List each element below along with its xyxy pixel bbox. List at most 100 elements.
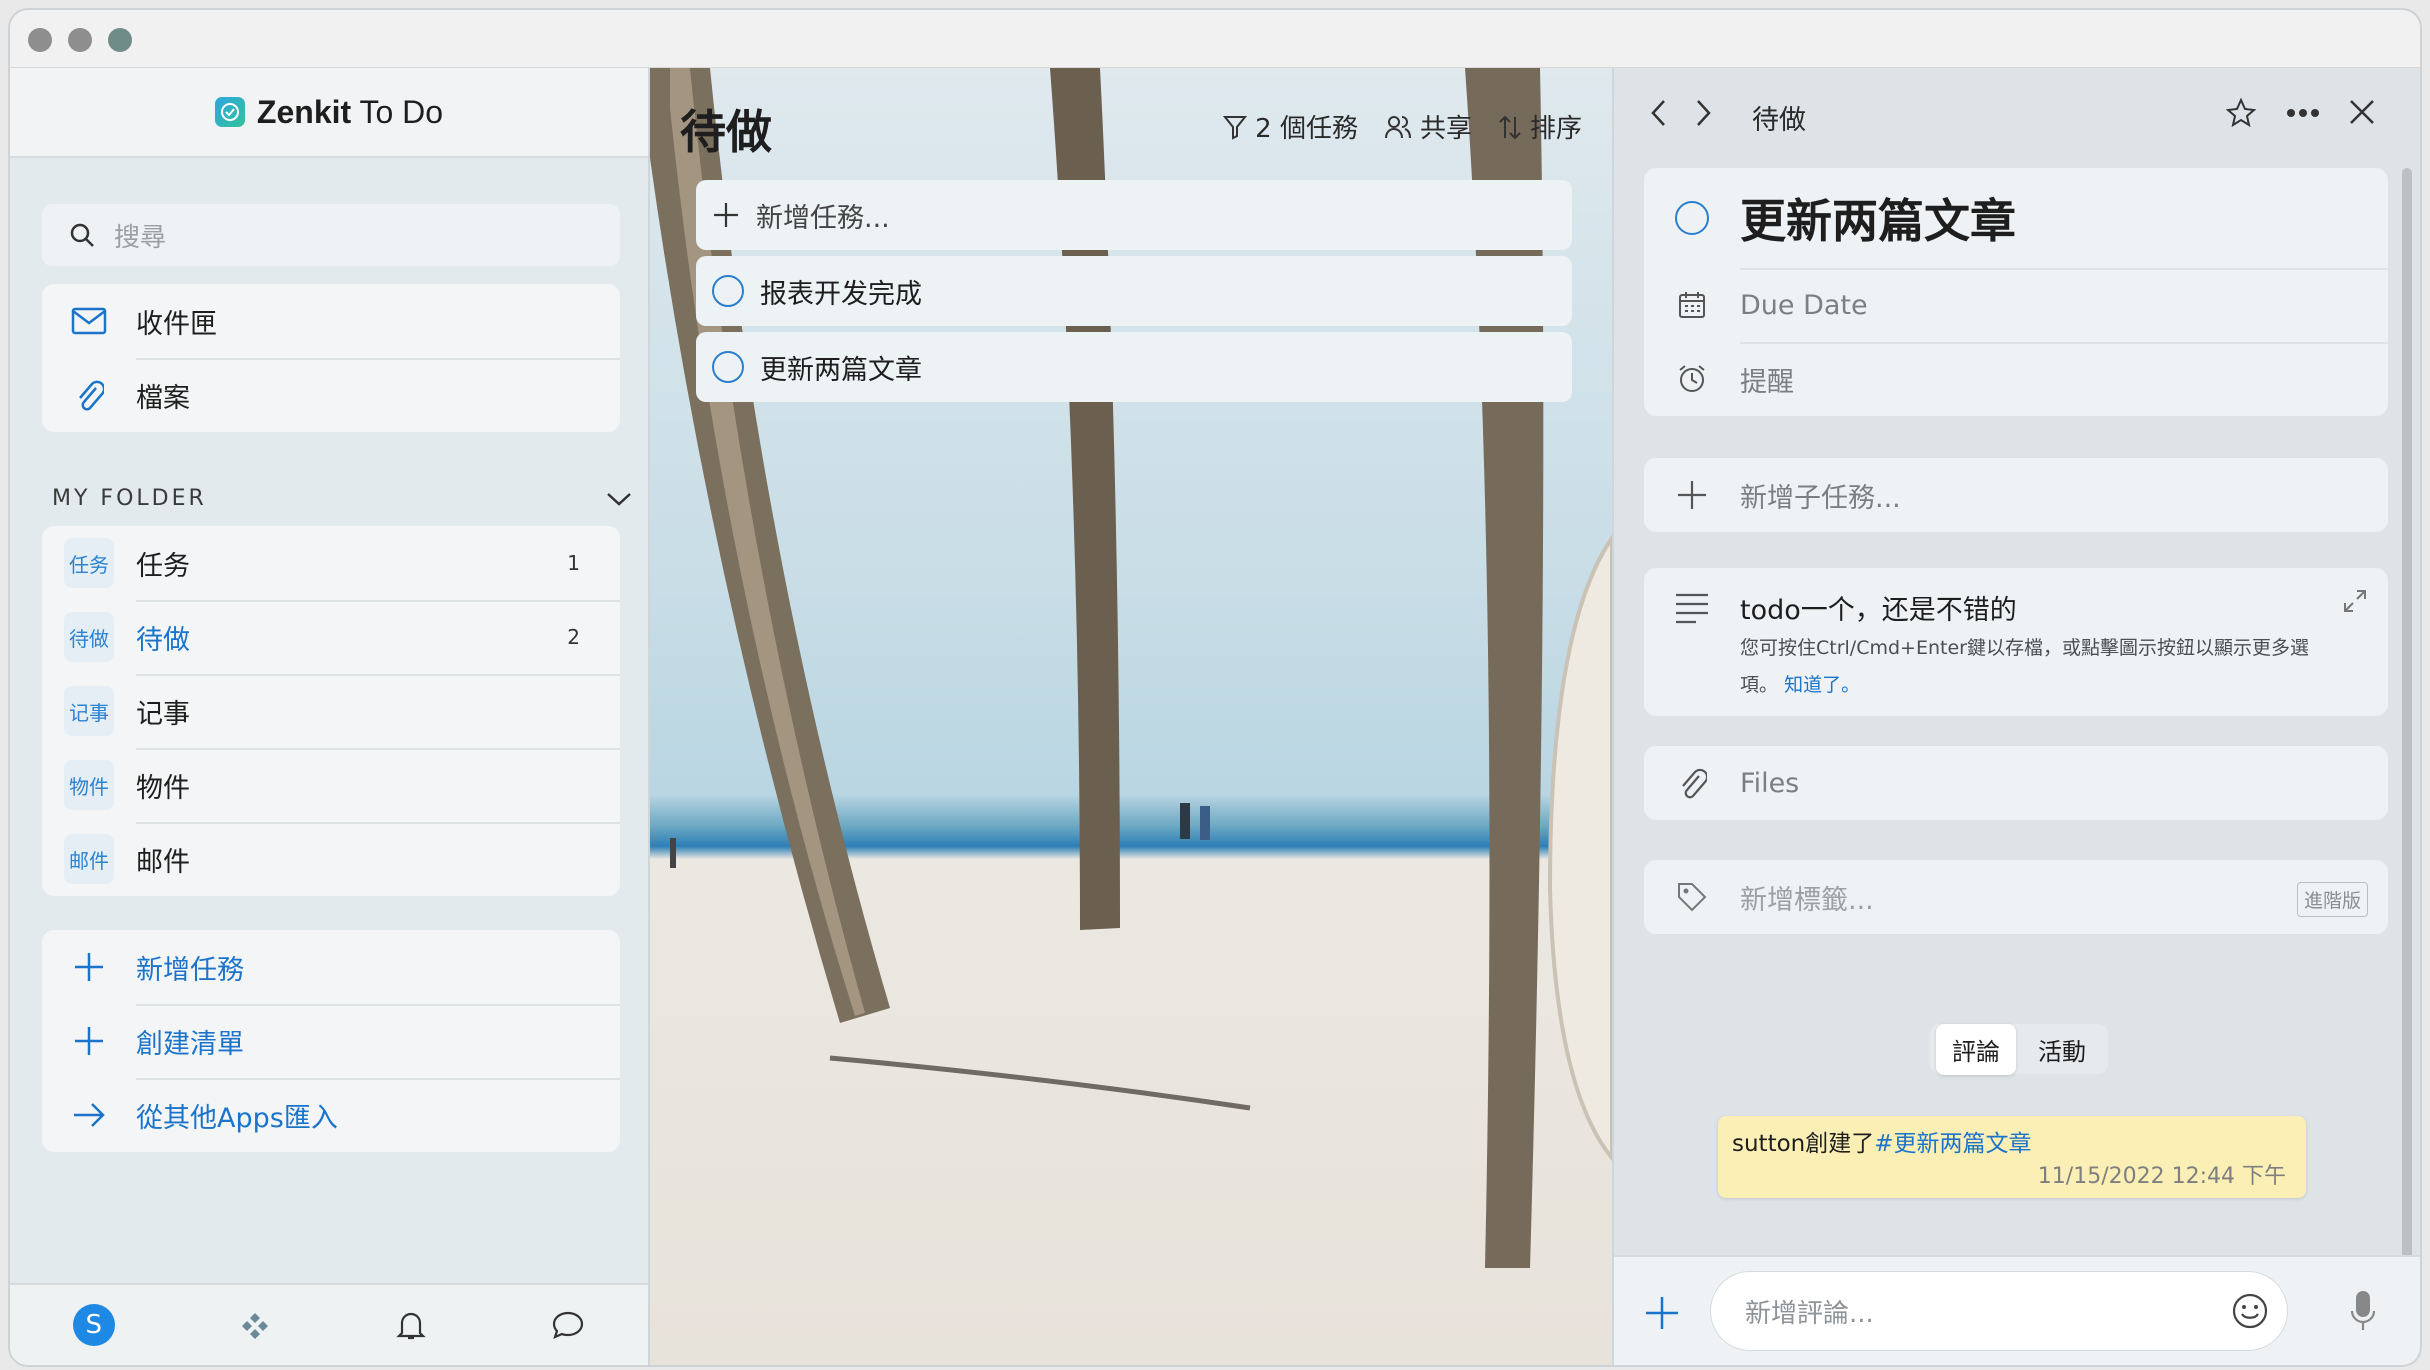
task-checkbox[interactable] [712, 351, 744, 383]
filter-button[interactable]: 2 個任務 [1223, 108, 1358, 145]
task-row[interactable]: 更新两篇文章 [696, 332, 1572, 402]
chevron-down-icon[interactable] [606, 491, 632, 507]
detail-scrollbar[interactable] [2402, 168, 2412, 1268]
task-title-row[interactable]: 更新两篇文章 [1644, 168, 2388, 268]
app-window: Zenkit To Do 搜尋 收件匣 檔案 MY FOLDER 任务 任务 1… [10, 10, 2420, 1365]
tab-activity[interactable]: 活動 [2022, 1024, 2102, 1075]
zoom-window-button[interactable] [108, 28, 132, 52]
expand-icon[interactable] [2342, 588, 2368, 614]
task-header-panel: 更新两篇文章 Due Date 提醒 [1644, 168, 2388, 416]
sidebar-header: Zenkit To Do [10, 68, 648, 158]
microphone-icon[interactable] [2350, 1289, 2376, 1333]
list-tag-icon: 物件 [64, 760, 114, 810]
detail-breadcrumb[interactable]: 待做 [1752, 98, 1806, 137]
add-task-input[interactable]: 新增任務... [696, 180, 1572, 250]
tag-icon [1678, 883, 1707, 912]
forward-icon[interactable] [1694, 98, 1712, 128]
comment-text: sutton創建了#更新两篇文章 [1732, 1131, 2032, 1157]
list-item-renwu[interactable]: 任务 任务 1 [42, 526, 620, 600]
reminder-row[interactable]: 提醒 [1644, 342, 2388, 416]
add-tag-row[interactable]: 新增標籤... 進階版 [1644, 860, 2388, 934]
share-icon [1384, 115, 1411, 138]
comment-input[interactable]: 新增評論... [1710, 1271, 2288, 1351]
add-subtask-row[interactable]: 新增子任務... [1644, 458, 2388, 532]
arrow-right-icon [74, 1103, 105, 1127]
apps-icon[interactable] [240, 1310, 270, 1340]
note-panel[interactable]: todo一个，还是不错的 您可按住Ctrl/Cmd+Enter鍵以存檔，或點擊圖… [1644, 568, 2388, 716]
got-it-link[interactable]: 知道了。 [1784, 674, 1860, 696]
list-tag-icon: 待做 [64, 612, 114, 662]
list-toolbar: 2 個任務 共享 排序 [1223, 108, 1582, 145]
task-row[interactable]: 报表开发完成 [696, 256, 1572, 326]
close-window-button[interactable] [28, 28, 52, 52]
quick-access-card: 收件匣 檔案 [42, 284, 620, 432]
pro-badge[interactable]: 進階版 [2296, 882, 2368, 917]
tags-panel[interactable]: 新增標籤... 進階版 [1644, 860, 2388, 934]
app-logo-icon [214, 97, 245, 127]
files-label: Files [1740, 767, 1800, 799]
due-date-row[interactable]: Due Date [1644, 268, 2388, 342]
list-item-label: 邮件 [136, 846, 190, 878]
add-subtask-panel[interactable]: 新增子任務... [1644, 458, 2388, 532]
task-title: 更新两篇文章 [760, 354, 922, 386]
task-list-pane: 待做 2 個任務 共享 排序 新增任務... 报表开发完成 更新两篇文章 [650, 68, 1612, 1365]
task-link[interactable]: #更新两篇文章 [1874, 1131, 2031, 1157]
search-input[interactable]: 搜尋 [42, 204, 620, 266]
add-task-button[interactable]: 新增任務 [42, 930, 620, 1004]
comment-activity-tabs: 評論 活動 [1930, 1023, 2108, 1075]
plus-icon [75, 953, 103, 981]
list-item-count: 1 [567, 551, 580, 575]
sort-button[interactable]: 排序 [1498, 108, 1582, 145]
more-options-icon[interactable] [2286, 108, 2320, 118]
list-item-count: 2 [567, 625, 580, 649]
tab-comments[interactable]: 評論 [1936, 1023, 2016, 1075]
list-item-label: 任务 [136, 550, 190, 582]
note-textarea[interactable]: todo一个，还是不错的 [1740, 588, 2017, 627]
bell-icon[interactable] [396, 1309, 426, 1341]
comment-compose-bar: 新增評論... [1614, 1255, 2420, 1365]
calendar-icon [1679, 292, 1705, 318]
share-button[interactable]: 共享 [1384, 108, 1472, 145]
close-icon[interactable] [2348, 98, 2376, 126]
import-apps-button[interactable]: 從其他Apps匯入 [42, 1078, 620, 1152]
avatar[interactable]: S [72, 1304, 115, 1346]
sidebar-item-inbox[interactable]: 收件匣 [42, 284, 620, 358]
minimize-window-button[interactable] [68, 28, 92, 52]
action-label: 從其他Apps匯入 [136, 1102, 338, 1134]
alarm-clock-icon [1679, 365, 1705, 392]
task-checkbox[interactable] [712, 275, 744, 307]
list-item-daizuo[interactable]: 待做 待做 2 [42, 600, 620, 674]
chat-icon[interactable] [551, 1310, 585, 1340]
action-label: 新增任務 [136, 954, 244, 986]
detail-task-title[interactable]: 更新两篇文章 [1740, 185, 2016, 251]
add-task-placeholder: 新增任務... [756, 202, 890, 234]
files-row[interactable]: Files [1644, 746, 2388, 820]
task-complete-checkbox[interactable] [1675, 201, 1709, 235]
list-item-youjian[interactable]: 邮件 邮件 [42, 822, 620, 896]
list-item-jishi[interactable]: 记事 记事 [42, 674, 620, 748]
plus-icon [75, 1027, 103, 1055]
task-detail-pane: 待做 更新两篇文章 Due Date 提醒 新增子任務... todo一个，还是… [1612, 68, 2420, 1365]
plus-icon [1678, 481, 1706, 509]
files-panel[interactable]: Files [1644, 746, 2388, 820]
back-icon[interactable] [1650, 98, 1668, 128]
notes-icon [1676, 593, 1708, 624]
sidebar-item-label: 收件匣 [136, 308, 217, 340]
app-title: Zenkit To Do [256, 93, 444, 130]
list-item-wujian[interactable]: 物件 物件 [42, 748, 620, 822]
reminder-label: 提醒 [1740, 366, 1794, 398]
sidebar: Zenkit To Do 搜尋 收件匣 檔案 MY FOLDER 任务 任务 1… [10, 68, 650, 1365]
star-icon[interactable] [2226, 98, 2256, 128]
sidebar-item-label: 檔案 [136, 382, 190, 414]
task-title: 报表开发完成 [760, 278, 922, 310]
comment-placeholder: 新增評論... [1745, 1298, 1874, 1329]
due-date-label: Due Date [1740, 289, 1868, 321]
folder-title: MY FOLDER [52, 486, 207, 511]
attach-plus-icon[interactable] [1644, 1295, 1680, 1331]
folder-header[interactable]: MY FOLDER [52, 486, 632, 511]
title-bar [10, 10, 2420, 68]
emoji-icon[interactable] [2231, 1292, 2269, 1330]
create-list-button[interactable]: 創建清單 [42, 1004, 620, 1078]
add-tag-placeholder: 新增標籤... [1740, 884, 1874, 916]
sidebar-item-files[interactable]: 檔案 [42, 358, 620, 432]
